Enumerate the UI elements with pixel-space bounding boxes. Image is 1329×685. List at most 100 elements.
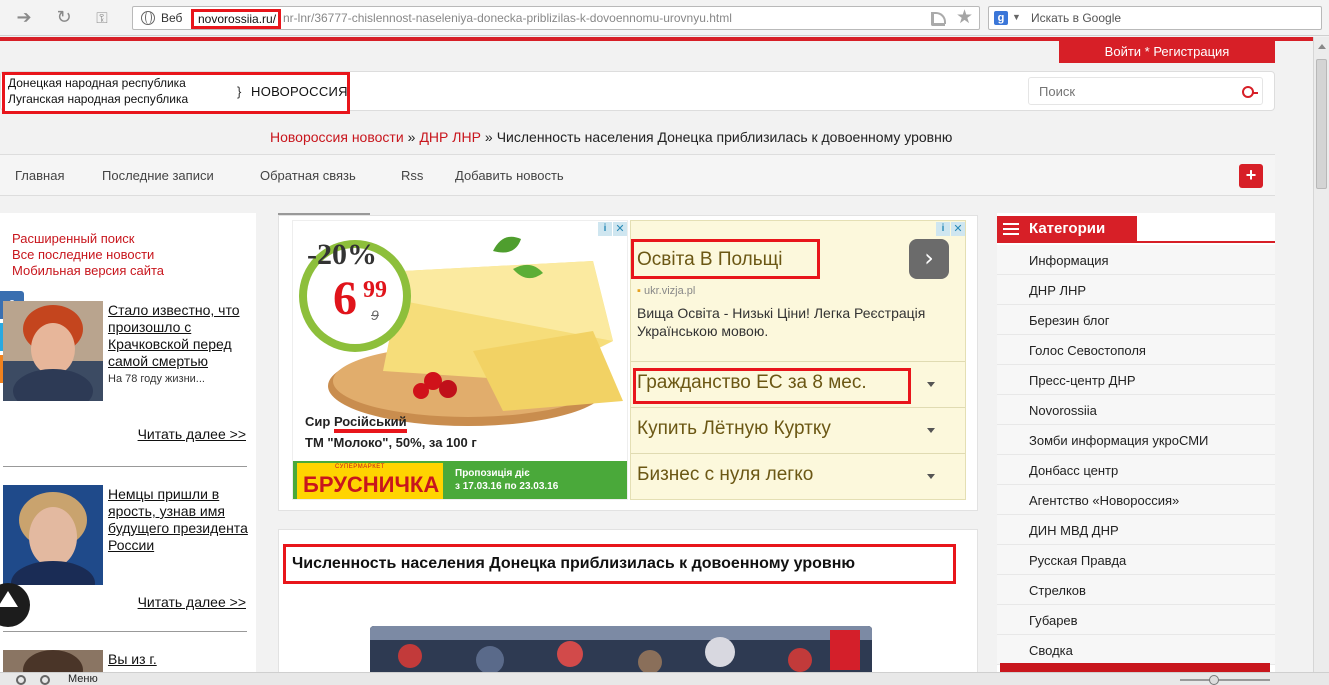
- menu-item-latest[interactable]: Последние записи: [102, 168, 214, 183]
- read-more-link[interactable]: Читать далее >>: [138, 594, 246, 610]
- category-item[interactable]: Березин блог: [997, 305, 1275, 335]
- login-register-link[interactable]: Войти * Регистрация: [1059, 41, 1275, 63]
- ad-link-row[interactable]: Бизнес с нуля легко: [631, 453, 965, 499]
- ad-promo-line1: Пропозиція діє: [455, 468, 530, 479]
- ad-text-block[interactable]: i ✕ Освіта В Польщі › ▪ ukr.vizja.pl Вищ…: [630, 220, 966, 500]
- ad-banner-cheese[interactable]: -20% 6 99 9 Сир Російський ТМ "Молоко", …: [292, 220, 628, 500]
- adchoices-icon[interactable]: i: [936, 222, 950, 236]
- ad-link-row[interactable]: Гражданство ЕС за 8 мес.: [631, 361, 965, 407]
- category-item[interactable]: Информация: [997, 245, 1275, 275]
- category-item[interactable]: Голос Севостополя: [997, 335, 1275, 365]
- menu-item-home[interactable]: Главная: [15, 168, 64, 183]
- logo-brand: НОВОРОССИЯ: [251, 84, 348, 99]
- category-item[interactable]: Русская Правда: [997, 545, 1275, 575]
- mobile-version-link[interactable]: Мобильная версия сайта: [12, 263, 164, 278]
- news-photo[interactable]: [3, 301, 103, 401]
- ad-link-row[interactable]: Купить Лётную Куртку: [631, 407, 965, 453]
- close-icon[interactable]: ✕: [613, 222, 627, 236]
- category-label[interactable]: Агентство «Новороссия»: [1029, 493, 1179, 508]
- ad-row-label[interactable]: Купить Лётную Куртку: [637, 418, 831, 440]
- category-item[interactable]: Novorossiia: [997, 395, 1275, 425]
- scroll-up-arrow-icon[interactable]: [1318, 44, 1326, 49]
- divider: [3, 631, 247, 632]
- rss-icon[interactable]: [931, 12, 946, 26]
- category-label[interactable]: Novorossiia: [1029, 403, 1097, 418]
- breadcrumb-section[interactable]: ДНР ЛНР: [419, 129, 480, 145]
- chevron-down-icon[interactable]: [927, 382, 935, 387]
- category-label[interactable]: Зомби информация укроСМИ: [1029, 433, 1208, 448]
- category-label[interactable]: ДИН МВД ДНР: [1029, 523, 1119, 538]
- chevron-down-icon[interactable]: ▼: [1012, 12, 1021, 22]
- categories-footer-bar: [1000, 663, 1270, 672]
- news-photo[interactable]: [3, 650, 103, 672]
- category-item[interactable]: ДИН МВД ДНР: [997, 515, 1275, 545]
- chevron-down-icon[interactable]: [927, 428, 935, 433]
- ad-row-label[interactable]: Гражданство ЕС за 8 мес.: [637, 372, 867, 394]
- menu-item-feedback[interactable]: Обратная связь: [260, 168, 356, 183]
- add-plus-button[interactable]: +: [1239, 164, 1263, 188]
- ad-price-old: 9: [371, 307, 379, 323]
- ad-price-main: 6: [333, 272, 357, 325]
- chevron-down-icon[interactable]: [927, 474, 935, 479]
- category-label[interactable]: Березин блог: [1029, 313, 1110, 328]
- category-item[interactable]: Агентство «Новороссия»: [997, 485, 1275, 515]
- category-label[interactable]: Информация: [1029, 253, 1109, 268]
- ad-next-arrow-icon[interactable]: ›: [909, 239, 949, 279]
- menu-item-add-news[interactable]: Добавить новость: [455, 168, 564, 183]
- key-icon[interactable]: ⚿: [92, 8, 112, 28]
- menu-list-icon: [1003, 223, 1019, 235]
- category-label[interactable]: Донбасс центр: [1029, 463, 1118, 478]
- vertical-scrollbar[interactable]: [1313, 37, 1329, 672]
- category-item[interactable]: Губарев: [997, 605, 1275, 635]
- google-search-placeholder[interactable]: Искать в Google: [1031, 11, 1121, 25]
- news-title[interactable]: Вы из г.: [108, 651, 253, 668]
- google-icon: g: [994, 11, 1008, 25]
- category-label[interactable]: Русская Правда: [1029, 553, 1126, 568]
- category-label[interactable]: Стрелков: [1029, 583, 1086, 598]
- status-menu-label[interactable]: Меню: [68, 673, 98, 685]
- close-icon[interactable]: ✕: [951, 222, 965, 236]
- adchoices-icon[interactable]: i: [598, 222, 612, 236]
- category-item[interactable]: Сводка: [997, 635, 1275, 665]
- category-item[interactable]: Зомби информация укроСМИ: [997, 425, 1275, 455]
- site-search-input[interactable]: [1029, 78, 1234, 104]
- zoom-slider-track[interactable]: [1180, 679, 1270, 681]
- address-domain[interactable]: novorossiia.ru/: [191, 9, 282, 29]
- address-bar[interactable]: Веб novorossiia.ru/ nr-lnr/36777-chislen…: [132, 6, 980, 30]
- address-path[interactable]: nr-lnr/36777-chislennost-naseleniya-done…: [283, 11, 732, 25]
- status-globe-icon[interactable]: [16, 675, 26, 685]
- read-more-link[interactable]: Читать далее >>: [138, 426, 246, 442]
- category-item[interactable]: Стрелков: [997, 575, 1275, 605]
- reload-icon[interactable]: ↻: [54, 8, 74, 28]
- site-logo[interactable]: Донецкая народная республика Луганская н…: [2, 72, 350, 114]
- breadcrumb-home[interactable]: Новороссия новости: [270, 129, 404, 145]
- ad-product-line2: ТМ "Молоко", 50%, за 100 г: [305, 435, 477, 450]
- article-photo[interactable]: [370, 626, 872, 672]
- category-label[interactable]: Сводка: [1029, 643, 1073, 658]
- category-label[interactable]: Губарев: [1029, 613, 1078, 628]
- scrollbar-thumb[interactable]: [1316, 59, 1327, 189]
- ad-row-label[interactable]: Бизнес с нуля легко: [637, 464, 813, 486]
- category-item[interactable]: Пресс-центр ДНР: [997, 365, 1275, 395]
- category-label[interactable]: Голос Севостополя: [1029, 343, 1146, 358]
- web-page: Войти * Регистрация Донецкая народная ре…: [0, 37, 1313, 672]
- category-item[interactable]: Донбасс центр: [997, 455, 1275, 485]
- ad-headline[interactable]: Освіта В Польщі: [637, 249, 783, 271]
- news-title[interactable]: Немцы пришли в ярость, узнав имя будущег…: [108, 486, 253, 554]
- status-check-icon[interactable]: [40, 675, 50, 685]
- google-search-box[interactable]: g ▼ Искать в Google: [988, 6, 1322, 30]
- menu-item-rss[interactable]: Rss: [401, 168, 423, 183]
- all-news-link[interactable]: Все последние новости: [12, 247, 154, 262]
- zoom-slider-knob[interactable]: [1209, 675, 1219, 685]
- category-label[interactable]: Пресс-центр ДНР: [1029, 373, 1136, 388]
- advanced-search-link[interactable]: Расширенный поиск: [12, 231, 134, 246]
- forward-arrow-icon[interactable]: ➔: [14, 8, 34, 28]
- category-item[interactable]: ДНР ЛНР: [997, 275, 1275, 305]
- search-icon[interactable]: [1240, 83, 1258, 101]
- bookmark-star-icon[interactable]: ★: [956, 6, 973, 28]
- main-menu: Главная Последние записи Обратная связь …: [0, 154, 1275, 196]
- news-title[interactable]: Стало известно, что произошло с Крачковс…: [108, 302, 253, 370]
- address-web-label: Веб: [161, 11, 183, 25]
- category-label[interactable]: ДНР ЛНР: [1029, 283, 1086, 298]
- news-photo[interactable]: [3, 485, 103, 585]
